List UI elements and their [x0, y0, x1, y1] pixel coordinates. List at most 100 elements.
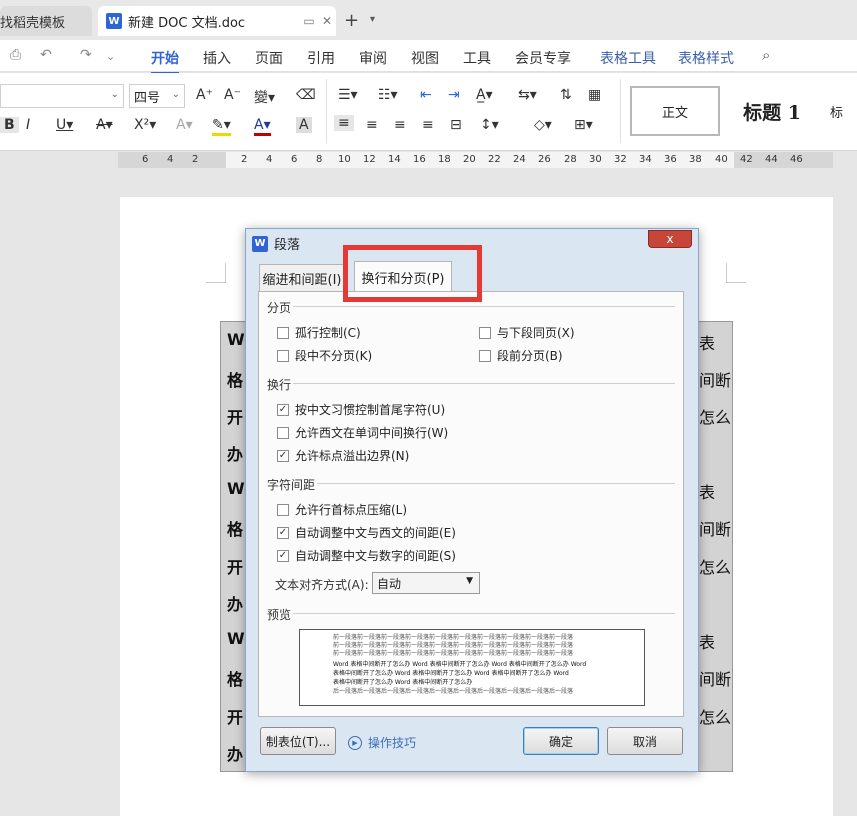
grow-font-icon[interactable]: A⁺: [196, 87, 213, 103]
phonetic-guide-icon[interactable]: 變▾: [254, 87, 275, 107]
style-more[interactable]: 标: [830, 86, 857, 136]
keep-lines-together-checkbox[interactable]: 段中不分页(K): [277, 347, 372, 364]
font-color-icon[interactable]: A▾: [254, 117, 271, 136]
new-tab-dropdown-icon[interactable]: ▾: [370, 14, 375, 25]
menu-member[interactable]: 会员专享: [515, 48, 571, 68]
clear-format-icon[interactable]: ⌫: [296, 87, 316, 103]
show-marks-icon[interactable]: ▦: [588, 87, 601, 103]
ruler-tick: 2: [241, 154, 248, 165]
tips-link[interactable]: ▶ 操作技巧: [348, 734, 416, 751]
new-tab-plus-icon[interactable]: +: [344, 10, 359, 31]
checkbox-label: 孤行控制(C): [295, 326, 361, 340]
checkbox-label: 按中文习惯控制首尾字符(U): [295, 403, 446, 417]
margin-corner-mark: [206, 263, 226, 283]
menu-table-style[interactable]: 表格样式: [678, 48, 734, 68]
hanging-punctuation-checkbox[interactable]: ✓ 允许标点溢出边界(N): [277, 447, 409, 464]
underline-icon[interactable]: U▾: [56, 117, 73, 133]
keep-with-next-checkbox[interactable]: 与下段同页(X): [479, 324, 575, 341]
preview-current-line: 表格中间断开了怎么办 Word 表格中间断开了怎么办: [333, 679, 473, 686]
ruler-tick: 22: [488, 154, 501, 165]
checkbox-label: 允许标点溢出边界(N): [295, 449, 410, 463]
increase-indent-icon[interactable]: ⇥: [448, 87, 460, 103]
style-normal[interactable]: 正文: [630, 86, 720, 136]
strikethrough-icon[interactable]: A▾: [96, 117, 113, 133]
menu-home[interactable]: 开始: [151, 48, 179, 74]
char-shading-icon[interactable]: A: [296, 117, 312, 133]
section-divider: [293, 613, 675, 614]
redo-icon[interactable]: ↷: [80, 47, 92, 63]
print-preview-icon[interactable]: ⎙: [10, 47, 21, 63]
document-tab[interactable]: W 新建 DOC 文档.doc ▭ ✕: [98, 6, 336, 36]
cjk-line-break-checkbox[interactable]: ✓ 按中文习惯控制首尾字符(U): [277, 401, 445, 418]
tab-indent-spacing-label: 缩进和间距(I): [262, 273, 342, 288]
chinese-layout-icon[interactable]: A̲▾: [476, 87, 493, 103]
superscript-icon[interactable]: X²▾: [134, 117, 156, 133]
text-direction-icon[interactable]: ⇆▾: [518, 87, 537, 103]
line-spacing-icon[interactable]: ↕▾: [480, 117, 499, 133]
borders-icon[interactable]: ⊞▾: [574, 117, 593, 133]
style-heading1[interactable]: 标题 1: [722, 86, 822, 136]
text-align-label: 文本对齐方式(A):: [275, 578, 369, 592]
italic-icon[interactable]: I: [26, 117, 30, 133]
table-cell-text: 格: [227, 520, 244, 539]
tab-indent-spacing[interactable]: 缩进和间距(I): [259, 264, 345, 292]
ok-button[interactable]: 确定: [523, 727, 599, 755]
align-left-icon[interactable]: ≡: [334, 115, 354, 131]
menu-review[interactable]: 审阅: [359, 48, 387, 68]
table-cell-text: 开: [227, 708, 244, 727]
text-align-select[interactable]: 自动 ▼: [372, 572, 480, 594]
chevron-down-icon: ⌄: [171, 89, 180, 100]
horizontal-ruler[interactable]: 6 4 2 2 4 6 8 10 12 14 16 18 20 22 24 26…: [118, 152, 833, 168]
ruler-tick: 36: [664, 154, 677, 165]
compress-punctuation-checkbox[interactable]: 允许行首标点压缩(L): [277, 501, 407, 518]
tab-stops-button[interactable]: 制表位(T)...: [260, 727, 336, 755]
dialog-close-button[interactable]: x: [648, 230, 692, 248]
ruler-tick: 40: [715, 154, 728, 165]
template-tab[interactable]: 找稻壳模板: [0, 6, 92, 36]
justify-icon[interactable]: ≡: [422, 117, 434, 133]
sort-icon[interactable]: ⇅: [560, 87, 572, 103]
checkbox-label: 与下段同页(X): [497, 326, 575, 340]
search-icon[interactable]: ⌕: [762, 46, 770, 64]
table-cell-text: 办: [227, 445, 244, 464]
page-break-before-checkbox[interactable]: 段前分页(B): [479, 347, 563, 364]
bold-icon[interactable]: B: [0, 117, 19, 133]
align-right-icon[interactable]: ≡: [394, 117, 406, 133]
section-preview: 预览: [267, 608, 292, 622]
auto-space-number-checkbox[interactable]: ✓ 自动调整中文与数字的间距(S): [277, 547, 456, 564]
menu-references[interactable]: 引用: [307, 48, 335, 68]
menu-tools[interactable]: 工具: [463, 48, 491, 68]
style-more-label: 标: [830, 105, 844, 121]
undo-icon[interactable]: ↶: [40, 47, 52, 63]
shrink-font-icon[interactable]: A⁻: [224, 87, 241, 103]
menu-table-tools[interactable]: 表格工具: [600, 48, 656, 68]
highlight-color-icon[interactable]: ✎▾: [212, 117, 231, 136]
table-cell-text: 怎么: [699, 558, 732, 577]
text-effect-icon[interactable]: A▾: [176, 117, 193, 133]
chevron-down-icon: ⌄: [110, 89, 119, 100]
ruler-tick: 42: [740, 154, 753, 165]
menu-view[interactable]: 视图: [411, 48, 439, 68]
widow-control-checkbox[interactable]: 孤行控制(C): [277, 324, 361, 341]
tab-close-icon[interactable]: ✕: [318, 14, 336, 28]
menu-page[interactable]: 页面: [255, 48, 283, 68]
distribute-icon[interactable]: ⊟: [450, 117, 462, 133]
font-size-value: 四号: [134, 90, 161, 106]
numbered-list-icon[interactable]: ☷▾: [378, 87, 398, 103]
menu-insert[interactable]: 插入: [203, 48, 231, 68]
font-size-combo[interactable]: 四号 ⌄: [129, 84, 185, 108]
check-icon: ✓: [277, 549, 289, 562]
align-center-icon[interactable]: ≡: [366, 117, 378, 133]
quick-access-more-icon[interactable]: ⌄: [106, 50, 115, 63]
word-wrap-checkbox[interactable]: 允许西文在单词中间换行(W): [277, 424, 448, 441]
decrease-indent-icon[interactable]: ⇤: [420, 87, 432, 103]
bullet-list-icon[interactable]: ☰▾: [338, 87, 358, 103]
tab-window-icon[interactable]: ▭: [300, 14, 318, 28]
cancel-button[interactable]: 取消: [607, 727, 683, 755]
table-cell-text: 怎么: [699, 408, 732, 427]
dialog-title-bar[interactable]: W 段落: [252, 234, 300, 253]
shading-icon[interactable]: ◇▾: [534, 117, 552, 133]
auto-space-latin-checkbox[interactable]: ✓ 自动调整中文与西文的间距(E): [277, 524, 456, 541]
preview-current-line: 表格中间断开了怎么办 Word 表格中间断开了怎么办 Word 表格中间断开了怎…: [333, 670, 569, 677]
font-name-combo[interactable]: ⌄: [0, 84, 124, 108]
